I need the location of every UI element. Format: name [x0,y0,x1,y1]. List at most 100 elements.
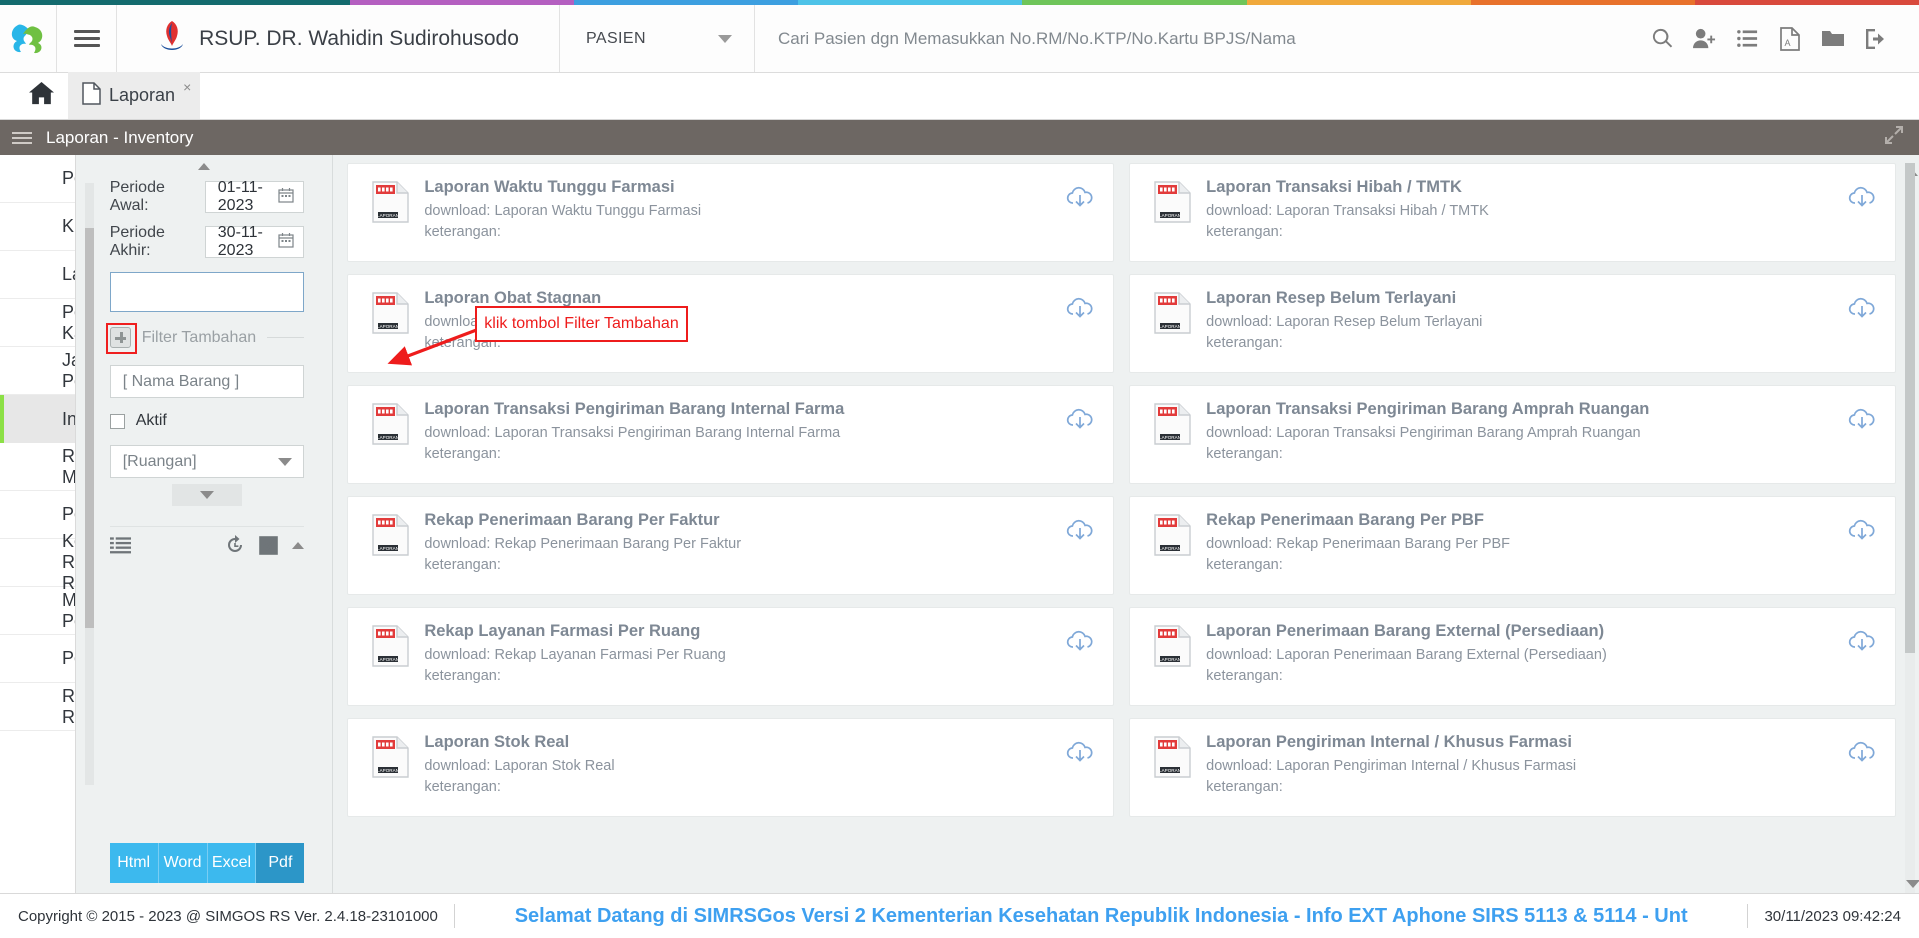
calendar-icon[interactable] [278,187,294,207]
sidebar-item-kunjungan[interactable]: Kunjungan [0,203,75,251]
main-menu-button[interactable] [57,5,117,72]
sidebar-item-kegiatan-ri-dan-rd[interactable]: Kegiatan RI dan RD [0,531,75,593]
report-card-title: Laporan Transaksi Pengiriman Barang Ampr… [1206,400,1650,418]
export-excel-button[interactable]: Excel [207,843,257,883]
report-document-icon: LAPORAN [370,624,410,673]
report-card[interactable]: LAPORAN Laporan Penerimaan Barang Extern… [1129,607,1896,706]
report-card[interactable]: LAPORAN Laporan Resep Belum Terlayani dow… [1129,274,1896,373]
history-rewind-icon[interactable] [225,535,245,555]
checkbox-checked-icon[interactable] [259,535,279,555]
scroll-down-icon[interactable] [1906,875,1919,893]
nama-barang-input[interactable]: [ Nama Barang ] [109,365,305,398]
filter-tambahan-highlight [105,323,137,354]
report-card-download: download: Laporan Resep Belum Terlayani [1206,314,1483,330]
sidebar-item-risk-register[interactable]: Risk Register [0,683,75,731]
tab-laporan[interactable]: Laporan × [68,72,201,119]
filter-more-toggle[interactable] [172,484,243,506]
report-document-icon: LAPORAN [370,513,410,562]
hospital-identity: RSUP. DR. Wahidin Sudirohusodo [117,5,560,72]
report-document-icon: LAPORAN [370,180,410,229]
module-select[interactable]: PASIEN [560,5,755,72]
plus-square-icon[interactable] [105,323,137,354]
cloud-download-icon[interactable] [1847,517,1877,552]
chevron-down-icon [718,34,732,43]
sidebar-item-layanan[interactable]: Layanan [0,251,75,299]
cloud-download-icon[interactable] [1065,517,1095,552]
logout-icon[interactable] [1859,22,1893,56]
folder-icon[interactable] [1816,22,1850,56]
tab-strip: Laporan × [0,72,1919,120]
app-header: RSUP. DR. Wahidin Sudirohusodo PASIEN A [0,5,1919,73]
sidebar-item-pengunjung[interactable]: Pengunjung [0,155,75,203]
periode-awal-input[interactable]: 01-11-2023 [204,179,305,214]
report-card-text: Rekap Layanan Farmasi Per Ruang download:… [424,622,1065,684]
cloud-download-icon[interactable] [1065,406,1095,441]
report-card-title: Laporan Transaksi Hibah / TMTK [1206,178,1462,196]
sidebar-item-penerimaan-kasir[interactable]: Penerimaan Kasir [0,299,75,347]
add-user-icon[interactable] [1688,22,1722,56]
cloud-download-icon[interactable] [1847,739,1877,774]
report-card[interactable]: LAPORAN Rekap Layanan Farmasi Per Ruang d… [347,607,1115,706]
reports-scrollbar-thumb[interactable] [1905,163,1915,653]
patient-search-input[interactable] [778,28,1619,49]
close-icon[interactable]: × [183,79,191,95]
divider [267,337,305,338]
aktif-checkbox[interactable] [109,413,125,429]
pdf-file-icon[interactable]: A [1773,22,1807,56]
sidebar-item-label: Pengunjung [62,168,75,188]
cloud-download-icon[interactable] [1847,184,1877,219]
svg-text:LAPORAN: LAPORAN [1159,324,1181,329]
cloud-download-icon[interactable] [1065,628,1095,663]
patient-search-wrap[interactable] [755,5,1619,72]
cloud-download-icon[interactable] [1847,406,1877,441]
report-card[interactable]: LAPORAN Laporan Transaksi Pengiriman Bar… [347,385,1115,484]
report-card[interactable]: LAPORAN Rekap Penerimaan Barang Per Fakt… [347,496,1115,595]
export-word-button[interactable]: Word [158,843,208,883]
app-logo[interactable] [0,5,57,72]
report-card-note: keterangan: [1206,557,1283,573]
cloud-download-icon[interactable] [1847,295,1877,330]
blank-filter-input[interactable] [109,272,305,312]
export-pdf-button[interactable]: Pdf [256,843,305,883]
sidebar-item-monitoring-pelayanan[interactable]: Monitoring Pelayanan [0,587,75,635]
export-html-button[interactable]: Html [109,843,159,883]
report-card[interactable]: LAPORAN Laporan Pengiriman Internal / Kh… [1129,718,1896,817]
aktif-checkbox-row[interactable]: Aktif [109,412,305,430]
cloud-download-icon[interactable] [1065,739,1095,774]
report-card-download: download: Rekap Penerimaan Barang Per Fa… [424,536,742,552]
chevron-up-icon[interactable] [292,541,305,549]
svg-text:LAPORAN: LAPORAN [1159,657,1181,662]
sidebar-item-jasa-pelayanan[interactable]: Jasa Pelayanan [0,347,75,395]
report-card[interactable]: LAPORAN Laporan Transaksi Hibah / TMTK do… [1129,163,1896,262]
sidebar-item-pegawai[interactable]: Pegawai [0,635,75,683]
ruangan-select[interactable]: [Ruangan] [109,445,305,478]
report-card[interactable]: LAPORAN Rekap Penerimaan Barang Per PBF d… [1129,496,1896,595]
sidebar-item-label: Rekam Medis [62,445,76,487]
sidebar-item-rekam-medis[interactable]: Rekam Medis [0,443,75,491]
hospital-name: RSUP. DR. Wahidin Sudirohusodo [199,26,519,50]
expand-diagonal-icon[interactable] [1883,124,1905,151]
report-card[interactable]: LAPORAN Laporan Stok Real download: Lapor… [347,718,1115,817]
home-tab[interactable] [14,72,68,119]
ruangan-select-value: [Ruangan] [122,452,197,470]
filter-collapse-top-button[interactable] [76,155,333,171]
report-card-download: download: Laporan Stok Real [424,758,615,774]
report-card[interactable]: LAPORAN Laporan Waktu Tunggu Farmasi down… [347,163,1115,262]
reports-scrollbar[interactable] [1905,163,1919,893]
calendar-icon[interactable] [278,232,294,252]
report-card[interactable]: LAPORAN Laporan Transaksi Pengiriman Bar… [1129,385,1896,484]
filter-fields: Periode Awal: 01-11-2023 Periode Akhir: … [76,171,333,843]
periode-akhir-input[interactable]: 30-11-2023 [204,224,305,259]
sidebar-item-inventory[interactable]: Inventory [0,395,75,443]
search-icon[interactable] [1645,22,1679,56]
cloud-download-icon[interactable] [1847,628,1877,663]
cloud-download-icon[interactable] [1065,295,1095,330]
list-bullet-icon[interactable] [109,536,131,554]
report-card-title: Rekap Layanan Farmasi Per Ruang [424,622,701,640]
list-icon[interactable] [1731,22,1765,56]
report-card-title: Laporan Stok Real [424,733,570,751]
cloud-download-icon[interactable] [1065,184,1095,219]
chevron-down-icon [200,491,215,499]
svg-text:A: A [1785,38,1791,48]
hamburger-menu-icon[interactable] [12,129,32,147]
